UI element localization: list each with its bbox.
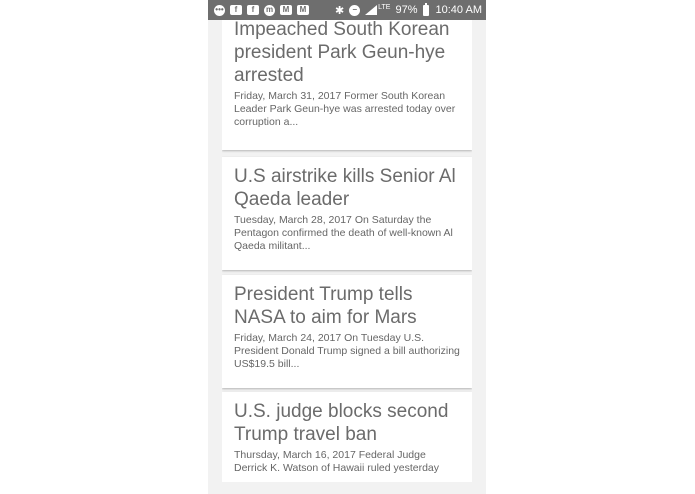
news-card[interactable]: U.S. judge blocks second Trump travel ba…: [222, 392, 472, 482]
phone-screen: ••• f f m M M ✱ − LTE 97% 10:40 AM Impea…: [208, 0, 486, 494]
messenger-icon: m: [264, 4, 275, 16]
network-type-label: LTE: [378, 3, 391, 11]
news-feed-list[interactable]: Impeached South Korean president Park Ge…: [222, 20, 472, 482]
news-card[interactable]: Impeached South Korean president Park Ge…: [222, 20, 472, 150]
battery-percent: 97%: [395, 4, 418, 16]
clock: 10:40 AM: [435, 4, 482, 16]
news-card-title: U.S. judge blocks second Trump travel ba…: [234, 401, 449, 445]
gmail-icon: M: [280, 5, 292, 15]
news-card-title: Impeached South Korean president Park Ge…: [234, 20, 450, 86]
news-card-description: Friday, March 31, 2017 Former South Kore…: [234, 90, 456, 128]
signal-icon: [365, 5, 378, 15]
news-card-description: Thursday, March 16, 2017 Federal Judge D…: [234, 449, 440, 474]
news-card-title: U.S airstrike kills Senior Al Qaeda lead…: [234, 166, 456, 210]
news-card-description: Tuesday, March 28, 2017 On Saturday the …: [234, 214, 453, 252]
system-icons: ✱ − LTE 97% 10:40 AM: [334, 2, 482, 17]
facebook-icon: f: [247, 5, 259, 15]
news-card[interactable]: U.S airstrike kills Senior Al Qaeda lead…: [222, 157, 472, 270]
news-card[interactable]: President Trump tells NASA to aim for Ma…: [222, 275, 472, 388]
news-card-description: Friday, March 24, 2017 On Tuesday U.S. P…: [234, 332, 460, 370]
bluetooth-icon: ✱: [334, 4, 345, 17]
battery-icon: [422, 2, 429, 16]
do-not-disturb-icon: −: [349, 4, 361, 16]
message-icon: •••: [214, 4, 225, 16]
facebook-icon: f: [230, 5, 242, 15]
news-card-title: President Trump tells NASA to aim for Ma…: [234, 284, 417, 328]
status-bar: ••• f f m M M ✱ − LTE 97% 10:40 AM: [208, 0, 486, 20]
notification-icons: ••• f f m M M: [214, 4, 309, 16]
gmail-icon: M: [297, 5, 309, 15]
